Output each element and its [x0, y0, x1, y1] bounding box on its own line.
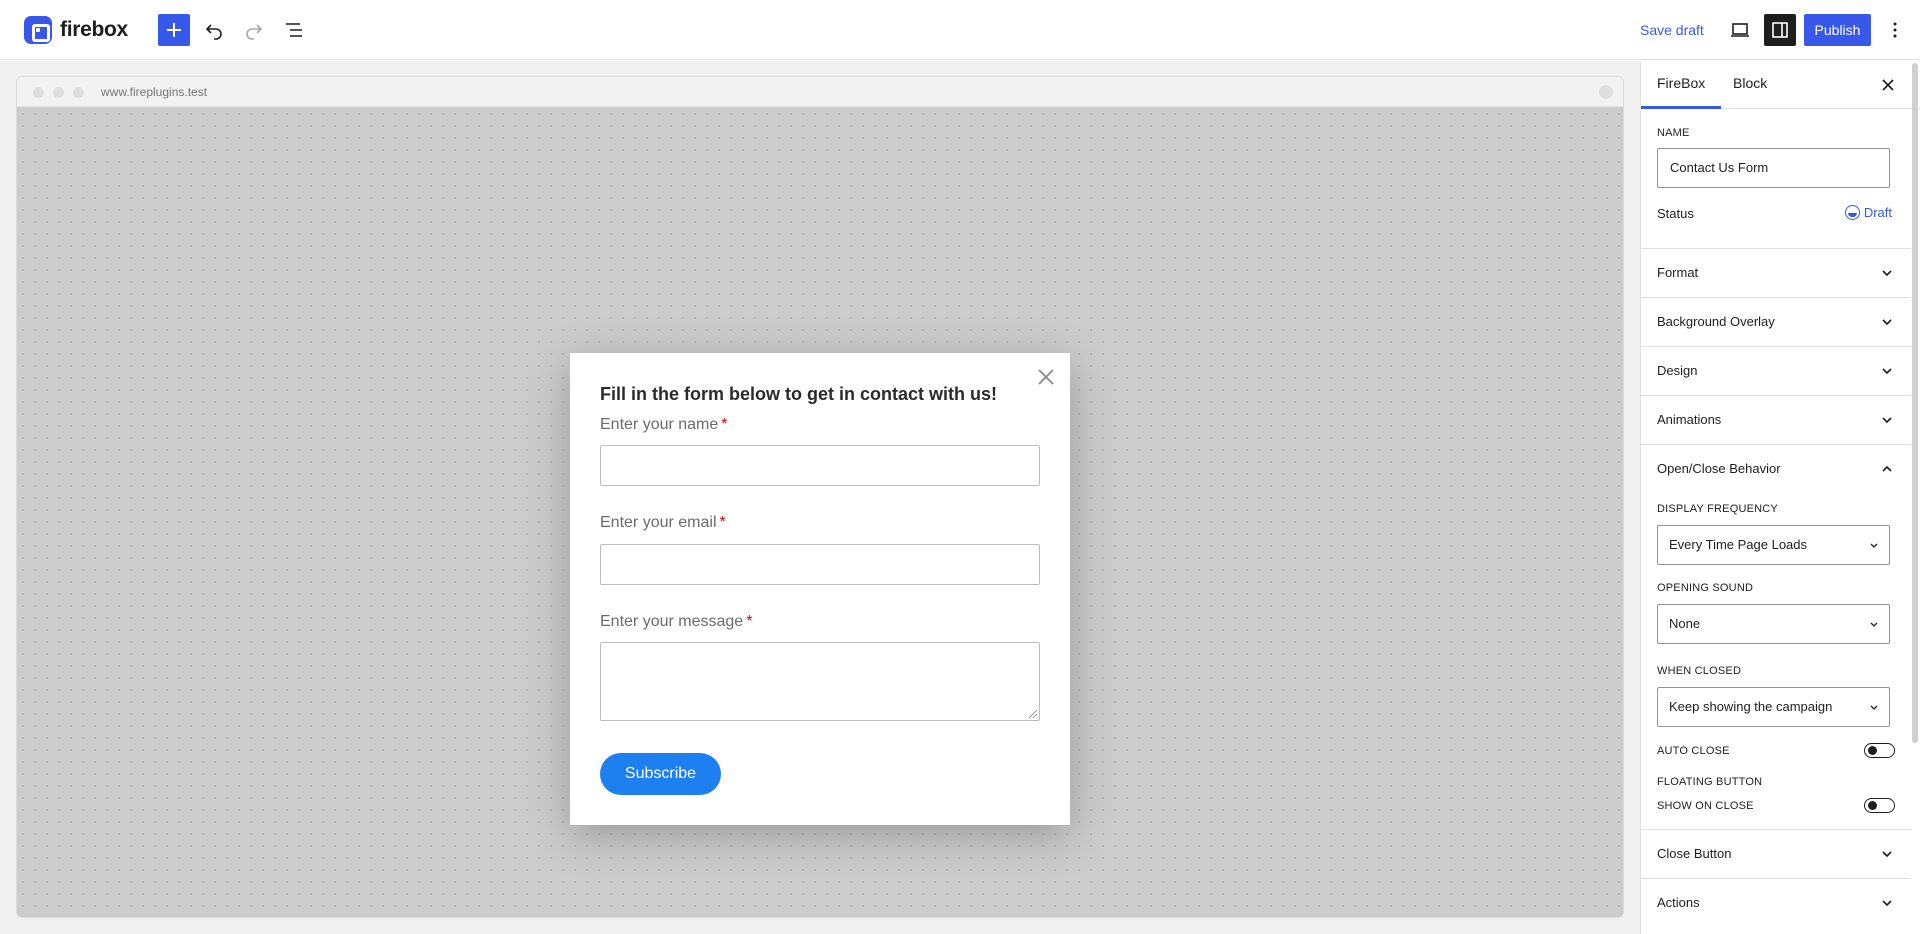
sidebar-icon	[1772, 22, 1788, 38]
campaign-name-input[interactable]: Contact Us Form	[1657, 148, 1890, 188]
display-frequency-label: DISPLAY FREQUENCY	[1657, 503, 1778, 515]
undo-button[interactable]	[198, 14, 230, 46]
name-input[interactable]	[600, 445, 1040, 486]
window-dot-icon	[73, 87, 84, 98]
chevron-down-icon	[1870, 705, 1878, 710]
chevron-down-icon	[1870, 543, 1878, 548]
show-on-close-label: SHOW ON CLOSE	[1657, 800, 1754, 812]
chevron-down-icon	[1882, 900, 1892, 907]
email-label-text: Enter your email	[600, 514, 717, 531]
chevron-down-icon	[1882, 851, 1892, 858]
opening-sound-select[interactable]: None	[1657, 604, 1890, 644]
resize-handle-icon[interactable]	[1029, 710, 1037, 718]
when-closed-value: Keep showing the campaign	[1669, 699, 1833, 714]
when-closed-label: WHEN CLOSED	[1657, 665, 1742, 677]
show-on-close-toggle[interactable]	[1864, 798, 1895, 813]
plus-icon	[167, 23, 181, 37]
chevron-up-icon	[1882, 465, 1892, 472]
name-label-text: Enter your name	[600, 416, 719, 433]
tab-block[interactable]: Block	[1717, 61, 1783, 109]
list-view-icon	[286, 23, 302, 37]
panel-background-overlay-title: Background Overlay	[1657, 314, 1775, 329]
subscribe-button[interactable]: Subscribe	[600, 753, 721, 795]
tab-firebox[interactable]: FireBox	[1641, 61, 1722, 109]
sidebar-tabs: FireBox Block	[1641, 61, 1920, 109]
chevron-down-icon	[1882, 417, 1892, 424]
browser-frame: www.fireplugins.test Fill in the form be…	[16, 76, 1624, 918]
panel-close-button-title: Close Button	[1657, 846, 1732, 861]
panel-background-overlay[interactable]: Background Overlay	[1641, 297, 1911, 346]
name-label: NAME	[1657, 127, 1690, 139]
floating-button-label: FLOATING BUTTON	[1657, 776, 1763, 788]
chevron-down-icon	[1882, 270, 1892, 277]
campaign-popup[interactable]: Fill in the form below to get in contact…	[570, 353, 1070, 825]
undo-icon	[205, 24, 222, 40]
chevron-down-icon	[1882, 368, 1892, 375]
panel-actions[interactable]: Actions	[1641, 878, 1911, 927]
logo-text: firebox	[60, 18, 128, 41]
auto-close-label: AUTO CLOSE	[1657, 745, 1730, 757]
chevron-down-icon	[1882, 319, 1892, 326]
list-view-button[interactable]	[278, 14, 310, 46]
more-options-button[interactable]	[1881, 14, 1909, 46]
opening-sound-label: OPENING SOUND	[1657, 582, 1754, 594]
required-marker: *	[719, 514, 726, 531]
chevron-down-icon	[1870, 622, 1878, 627]
auto-close-toggle[interactable]	[1864, 743, 1895, 758]
status-value: Draft	[1863, 205, 1892, 220]
firebox-logo[interactable]: firebox	[24, 16, 128, 44]
message-textarea[interactable]	[600, 642, 1040, 721]
email-input[interactable]	[600, 544, 1040, 585]
redo-button[interactable]	[238, 14, 270, 46]
panel-open-close-title: Open/Close Behavior	[1657, 461, 1781, 476]
popup-title: Fill in the form below to get in contact…	[600, 384, 997, 404]
browser-url: www.fireplugins.test	[101, 85, 208, 99]
panel-design-title: Design	[1657, 363, 1698, 378]
panel-format[interactable]: Format	[1641, 248, 1911, 297]
required-marker: *	[746, 613, 753, 630]
draft-status-icon	[1844, 205, 1860, 220]
name-field-label: Enter your name *	[600, 416, 728, 434]
panel-format-title: Format	[1657, 265, 1699, 280]
save-draft-button[interactable]: Save draft	[1640, 22, 1704, 38]
auto-close-row: AUTO CLOSE	[1657, 743, 1895, 759]
panel-animations[interactable]: Animations	[1641, 395, 1911, 444]
window-dot-icon	[53, 87, 64, 98]
browser-circle-icon	[1599, 85, 1613, 99]
message-label-text: Enter your message	[600, 613, 744, 630]
required-marker: *	[721, 416, 728, 433]
editor-canvas: www.fireplugins.test Fill in the form be…	[0, 61, 1640, 934]
settings-sidebar-toggle[interactable]	[1764, 14, 1796, 46]
panel-design[interactable]: Design	[1641, 346, 1911, 395]
publish-button[interactable]: Publish	[1804, 14, 1871, 46]
email-field-label: Enter your email *	[600, 514, 726, 532]
close-icon[interactable]	[1878, 75, 1898, 95]
opening-sound-value: None	[1669, 616, 1701, 631]
status-toggle[interactable]: Draft	[1844, 205, 1892, 220]
status-label: Status	[1657, 206, 1694, 221]
more-vertical-icon	[1893, 22, 1897, 38]
page-preview: Fill in the form below to get in contact…	[17, 108, 1623, 917]
display-frequency-select[interactable]: Every Time Page Loads	[1657, 525, 1890, 565]
panel-actions-title: Actions	[1657, 895, 1700, 910]
browser-toolbar: www.fireplugins.test	[17, 77, 1623, 107]
editor-header: firebox Save draft Publish	[0, 0, 1920, 60]
add-block-button[interactable]	[158, 14, 190, 46]
firebox-logo-icon	[24, 16, 52, 44]
display-frequency-value: Every Time Page Loads	[1669, 537, 1808, 552]
when-closed-select[interactable]: Keep showing the campaign	[1657, 687, 1890, 727]
panel-close-button[interactable]: Close Button	[1641, 829, 1911, 878]
settings-sidebar: FireBox Block NAME Contact Us Form Statu…	[1640, 61, 1920, 934]
show-on-close-row: SHOW ON CLOSE	[1657, 798, 1895, 814]
redo-icon	[246, 24, 263, 40]
message-field-label: Enter your message *	[600, 613, 752, 631]
close-icon[interactable]	[1036, 367, 1056, 387]
panel-animations-title: Animations	[1657, 412, 1722, 427]
laptop-icon	[1731, 23, 1749, 37]
preview-button[interactable]	[1724, 14, 1756, 46]
sidebar-scrollbar[interactable]	[1912, 63, 1918, 743]
panel-open-close-behavior[interactable]: Open/Close Behavior	[1641, 444, 1911, 493]
window-dot-icon	[33, 87, 44, 98]
